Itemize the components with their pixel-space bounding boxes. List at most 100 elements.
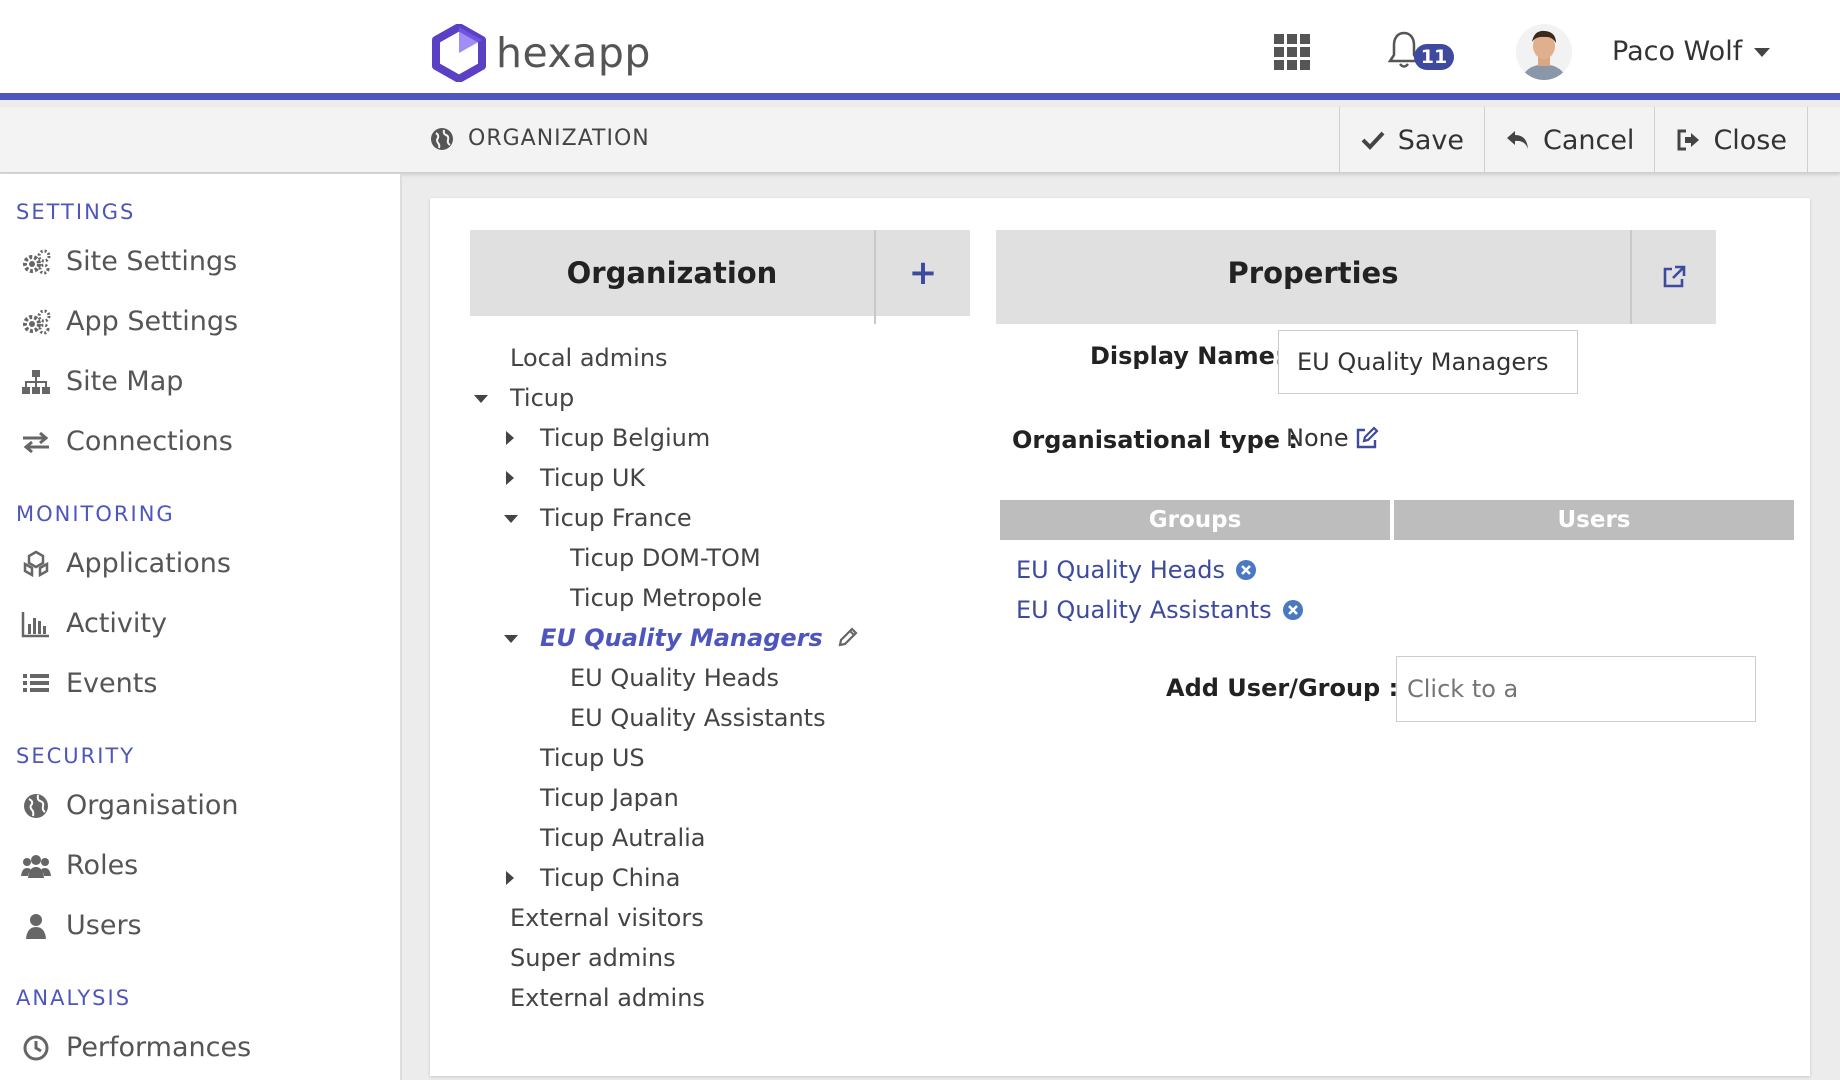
- tree-item-ticup-uk[interactable]: Ticup UK: [540, 464, 645, 492]
- caret-down-icon[interactable]: [504, 515, 518, 523]
- sidebar-item-label: Organisation: [66, 790, 239, 821]
- display-name-label: Display Name:: [1090, 342, 1285, 370]
- properties-header: Properties: [996, 230, 1716, 324]
- pencil-icon[interactable]: [837, 626, 859, 648]
- sidebar-item-events[interactable]: Events: [20, 668, 157, 699]
- notification-badge: 11: [1414, 44, 1454, 70]
- tree-item-eu-quality-assistants[interactable]: EU Quality Assistants: [570, 704, 826, 732]
- tree-item-eu-quality-heads[interactable]: EU Quality Heads: [570, 664, 779, 692]
- globe-icon: [431, 127, 453, 150]
- apps-grid-icon[interactable]: [1274, 34, 1310, 70]
- user-icon: [20, 911, 52, 941]
- bar-chart-icon: [20, 609, 52, 639]
- caret-right-icon[interactable]: [506, 471, 514, 485]
- tree-item-ticup-dom-tom[interactable]: Ticup DOM-TOM: [570, 544, 761, 572]
- tree-item-ticup-japan[interactable]: Ticup Japan: [540, 784, 679, 812]
- sidebar-item-label: Site Settings: [66, 246, 238, 277]
- sidebar-section-analysis: ANALYSIS: [16, 986, 132, 1010]
- tab-groups[interactable]: Groups: [1000, 500, 1390, 540]
- organization-title: Organization: [566, 256, 778, 290]
- caret-right-icon[interactable]: [506, 871, 514, 885]
- save-button[interactable]: Save: [1338, 107, 1484, 173]
- close-button[interactable]: Close: [1654, 107, 1808, 173]
- sidebar-section-monitoring: MONITORING: [16, 502, 175, 526]
- sidebar-item-label: Applications: [66, 548, 231, 579]
- chevron-down-icon[interactable]: [1754, 48, 1770, 57]
- sidebar: SETTINGS Site Settings App Settings Site…: [0, 174, 402, 1080]
- remove-circle-icon[interactable]: [1282, 599, 1304, 621]
- organization-header: Organization +: [470, 230, 970, 324]
- add-user-group-input[interactable]: [1396, 656, 1756, 722]
- tree-item-ticup-autralia[interactable]: Ticup Autralia: [540, 824, 706, 852]
- cubes-icon: [20, 549, 52, 579]
- brand-logo[interactable]: hexapp: [432, 24, 651, 82]
- globe-icon: [20, 791, 52, 821]
- group-item-label: EU Quality Heads: [1016, 556, 1226, 584]
- tree-item-eu-quality-managers[interactable]: EU Quality Managers: [540, 624, 859, 652]
- tree-item-ticup-france[interactable]: Ticup France: [540, 504, 692, 532]
- tree-item-external-visitors[interactable]: External visitors: [510, 904, 704, 932]
- gears-icon: [20, 247, 52, 277]
- tree-item-ticup-us[interactable]: Ticup US: [540, 744, 645, 772]
- tree-item-super-admins[interactable]: Super admins: [510, 944, 676, 972]
- open-external-button[interactable]: [1630, 230, 1716, 324]
- sidebar-item-label: Performances: [66, 1032, 252, 1063]
- sidebar-item-site-settings[interactable]: Site Settings: [20, 246, 237, 277]
- org-type-text: None: [1286, 424, 1349, 452]
- add-node-button[interactable]: +: [874, 230, 970, 324]
- top-header: hexapp 11 Paco Wolf: [0, 0, 1840, 100]
- sign-out-icon: [1677, 129, 1700, 151]
- breadcrumb-label: ORGANIZATION: [468, 126, 650, 151]
- sitemap-icon: [20, 367, 52, 397]
- group-item[interactable]: EU Quality Assistants: [1016, 596, 1304, 624]
- sidebar-item-applications[interactable]: Applications: [20, 548, 231, 579]
- tree-item-external-admins[interactable]: External admins: [510, 984, 705, 1012]
- check-icon: [1361, 131, 1385, 150]
- caret-right-icon[interactable]: [506, 431, 514, 445]
- sidebar-item-label: Events: [66, 668, 158, 699]
- sidebar-section-settings: SETTINGS: [16, 200, 136, 224]
- tree-item-ticup-belgium[interactable]: Ticup Belgium: [540, 424, 710, 452]
- org-type-label: Organisational type :: [1012, 426, 1298, 454]
- brand-name: hexapp: [496, 29, 651, 77]
- sidebar-item-app-settings[interactable]: App Settings: [20, 306, 238, 337]
- add-user-group-label: Add User/Group :: [1166, 674, 1399, 702]
- sidebar-item-performances[interactable]: Performances: [20, 1032, 251, 1063]
- tree-item-local-admins[interactable]: Local admins: [510, 344, 668, 372]
- undo-icon: [1506, 131, 1528, 149]
- caret-down-icon[interactable]: [474, 395, 488, 403]
- tree-item-ticup-china[interactable]: Ticup China: [540, 864, 680, 892]
- user-name[interactable]: Paco Wolf: [1612, 36, 1742, 67]
- tree-item-ticup-metropole[interactable]: Ticup Metropole: [570, 584, 762, 612]
- sidebar-item-activity[interactable]: Activity: [20, 608, 167, 639]
- sidebar-item-label: Roles: [66, 850, 139, 881]
- user-avatar[interactable]: [1516, 24, 1572, 80]
- sidebar-item-label: Activity: [66, 608, 167, 639]
- group-item[interactable]: EU Quality Heads: [1016, 556, 1257, 584]
- sidebar-section-security: SECURITY: [16, 744, 136, 768]
- breadcrumb: ORGANIZATION: [430, 126, 650, 151]
- notifications-button[interactable]: 11: [1386, 30, 1454, 74]
- exchange-icon: [20, 427, 52, 457]
- sidebar-item-site-map[interactable]: Site Map: [20, 366, 183, 397]
- edit-icon[interactable]: [1355, 426, 1379, 450]
- sidebar-item-connections[interactable]: Connections: [20, 426, 233, 457]
- tab-users[interactable]: Users: [1394, 500, 1794, 540]
- remove-circle-icon[interactable]: [1235, 559, 1257, 581]
- sidebar-item-roles[interactable]: Roles: [20, 850, 138, 881]
- avatar-image: [1516, 24, 1572, 80]
- sidebar-item-users[interactable]: Users: [20, 910, 142, 941]
- sidebar-item-label: Users: [66, 910, 142, 941]
- sidebar-item-label: App Settings: [66, 306, 239, 337]
- tree-item-ticup[interactable]: Ticup: [510, 384, 574, 412]
- properties-title: Properties: [1227, 256, 1399, 290]
- hexagon-logo-icon: [432, 24, 486, 82]
- caret-down-icon[interactable]: [504, 635, 518, 643]
- groups-users-tabs: Groups Users: [1000, 500, 1794, 540]
- sidebar-item-organisation[interactable]: Organisation: [20, 790, 239, 821]
- page-toolbar: ORGANIZATION Save Cancel Close: [0, 107, 1840, 173]
- gears-icon: [20, 307, 52, 337]
- display-name-input[interactable]: [1278, 330, 1578, 394]
- cancel-label: Cancel: [1542, 124, 1635, 156]
- cancel-button[interactable]: Cancel: [1483, 107, 1654, 173]
